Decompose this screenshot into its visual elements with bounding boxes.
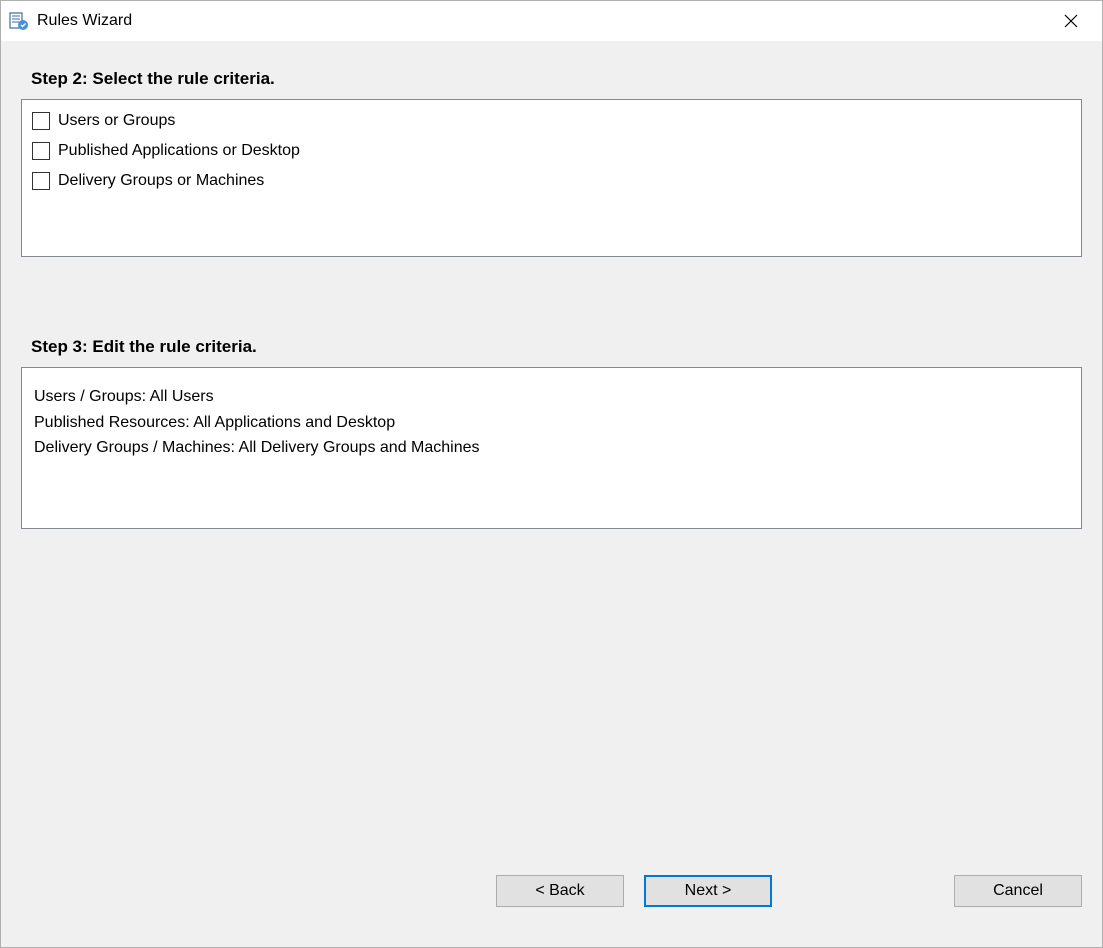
- step3-heading: Step 3: Edit the rule criteria.: [31, 337, 1082, 357]
- next-button[interactable]: Next >: [644, 875, 772, 907]
- close-icon: [1064, 14, 1078, 28]
- nav-button-group: < Back Next >: [496, 875, 772, 907]
- wizard-content: Step 2: Select the rule criteria. Users …: [1, 41, 1102, 947]
- checkbox-delivery-groups[interactable]: [32, 172, 50, 190]
- spacer: [21, 257, 1082, 337]
- edit-line-users: Users / Groups: All Users: [34, 384, 1069, 410]
- edit-line-resources: Published Resources: All Applications an…: [34, 410, 1069, 436]
- cancel-button[interactable]: Cancel: [954, 875, 1082, 907]
- checkbox-users-groups[interactable]: [32, 112, 50, 130]
- edit-line-delivery: Delivery Groups / Machines: All Delivery…: [34, 435, 1069, 461]
- criteria-item-delivery-groups: Delivery Groups or Machines: [32, 172, 1071, 190]
- step3-edit-box: Users / Groups: All Users Published Reso…: [21, 367, 1082, 529]
- step2-criteria-box: Users or Groups Published Applications o…: [21, 99, 1082, 257]
- titlebar: Rules Wizard: [1, 1, 1102, 41]
- close-button[interactable]: [1048, 5, 1094, 37]
- window-title: Rules Wizard: [37, 12, 1048, 30]
- app-icon: [9, 11, 29, 31]
- button-gap: [788, 875, 938, 907]
- checkbox-label[interactable]: Published Applications or Desktop: [58, 142, 300, 160]
- wizard-button-row: < Back Next > Cancel: [21, 875, 1082, 907]
- criteria-item-published-apps: Published Applications or Desktop: [32, 142, 1071, 160]
- checkbox-label[interactable]: Delivery Groups or Machines: [58, 172, 264, 190]
- checkbox-published-apps[interactable]: [32, 142, 50, 160]
- back-button[interactable]: < Back: [496, 875, 624, 907]
- step2-heading: Step 2: Select the rule criteria.: [31, 69, 1082, 89]
- criteria-item-users-groups: Users or Groups: [32, 112, 1071, 130]
- checkbox-label[interactable]: Users or Groups: [58, 112, 175, 130]
